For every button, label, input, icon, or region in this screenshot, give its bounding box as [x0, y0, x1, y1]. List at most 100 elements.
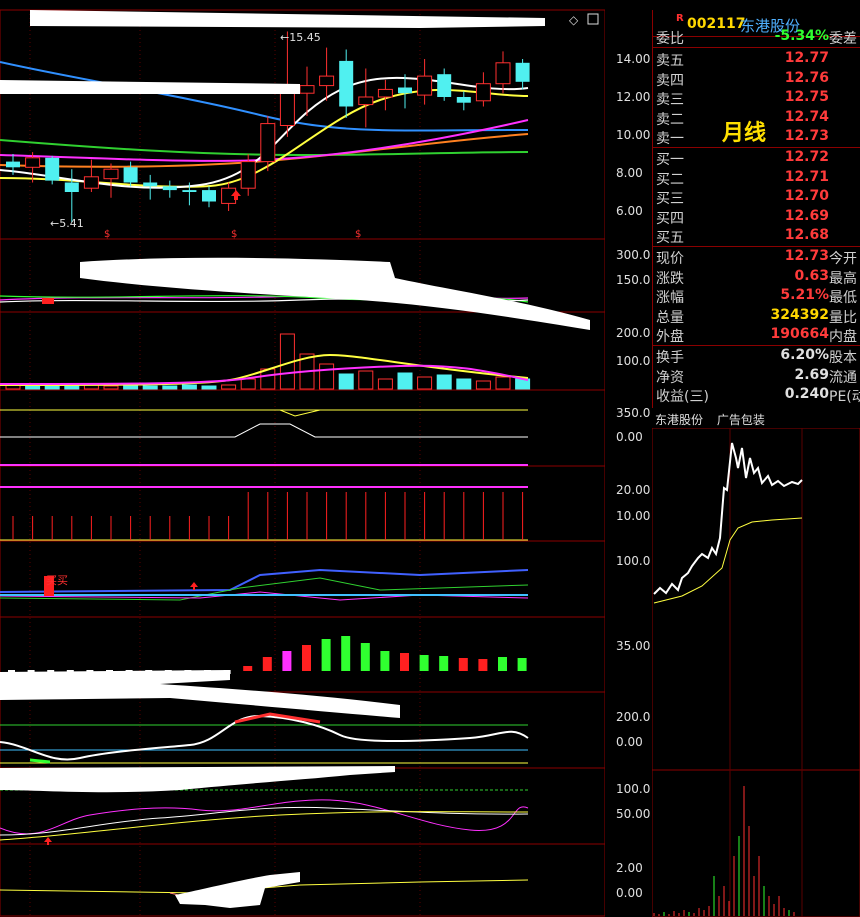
- quote-row: 卖三 12.75: [653, 89, 860, 108]
- quote-row: 净资 2.69 流通: [653, 367, 860, 386]
- volume-bar: [397, 372, 413, 390]
- axis-tick-label: 10.00: [616, 128, 651, 142]
- quote-value: 5.21%: [780, 287, 829, 304]
- volume-bar: [181, 384, 197, 390]
- axis-tick-label: 100.0: [616, 354, 651, 368]
- redaction-mark: [0, 80, 300, 94]
- quote-value: 12.73: [784, 128, 829, 144]
- volume-bar: [495, 376, 511, 390]
- quote-label: 卖三: [656, 92, 684, 109]
- candle: [162, 180, 177, 198]
- quote-label: 买二: [656, 171, 684, 188]
- axis-tick-label: 8.00: [616, 166, 643, 180]
- quote-row: 总量 324392 量比: [653, 307, 860, 326]
- candle: [456, 91, 471, 111]
- quote-extra-label: 流通: [829, 369, 857, 386]
- quote-value: 12.70: [784, 188, 829, 205]
- quote-value: 0.63: [794, 267, 829, 284]
- quote-label: 涨跌: [656, 270, 684, 287]
- volume-bar: [221, 384, 237, 390]
- volume-bar: [25, 385, 41, 390]
- redaction-mark: [0, 670, 400, 718]
- indicator-bar: [282, 651, 292, 671]
- quote-row: 委比 -5.34% 委差: [653, 28, 860, 47]
- axis-tick-label: 350.0: [616, 406, 651, 420]
- candle: [123, 161, 138, 187]
- candle: [221, 182, 237, 211]
- quote-value: 12.75: [784, 89, 829, 106]
- quote-value: 6.20%: [780, 347, 829, 364]
- tab-sector[interactable]: 广告包装: [717, 413, 765, 427]
- quote-row: 收益(三) 0.240 PE(动: [653, 386, 860, 405]
- diamond-icon[interactable]: ◇: [569, 13, 579, 27]
- intraday-chart[interactable]: [652, 428, 860, 917]
- quote-extra-label: PE(动: [829, 389, 860, 406]
- period-label: 月线: [722, 121, 767, 146]
- redaction-mark: [175, 872, 300, 908]
- indicator-bar: [458, 658, 468, 671]
- quote-row: 外盘 190664 内盘: [653, 326, 860, 345]
- intraday-price-line: [653, 442, 803, 595]
- volume-bar: [64, 385, 80, 390]
- quote-label: 卖四: [656, 72, 684, 89]
- quote-label: 涨幅: [656, 290, 684, 307]
- candle: [202, 186, 216, 208]
- quote-value: 12.76: [784, 69, 829, 86]
- kline-chart-area[interactable]: ◇ ←15.45 ←5.41 $ $ $ 买买: [0, 0, 605, 917]
- candle: [377, 79, 393, 111]
- indicator-panel-3: [0, 333, 531, 390]
- candle: [45, 155, 60, 185]
- window-icon[interactable]: [587, 13, 599, 25]
- quote-label: 买四: [656, 210, 684, 227]
- quote-panel: 委比 -5.34% 委差 卖五 12.77 卖四 12.76 卖三 12.75 卖二 12.74 卖一…: [652, 10, 860, 408]
- quote-label: 总量: [656, 309, 684, 326]
- volume-bar: [475, 380, 491, 390]
- indicator-bar: [400, 653, 409, 671]
- quote-row: 买三 12.70: [653, 188, 860, 207]
- quote-value: 12.71: [784, 168, 829, 185]
- indicator-bar: [262, 657, 272, 671]
- quote-extra-label: 最高: [829, 270, 857, 287]
- axis-tick-label: 200.0: [616, 326, 651, 340]
- indicator-bar: [243, 666, 253, 671]
- quote-value: 12.72: [784, 149, 829, 166]
- signal-marker: $: [104, 229, 110, 240]
- mini-tabs[interactable]: 东港股份 广告包装: [655, 411, 775, 428]
- redaction-mark: [0, 766, 395, 793]
- indicator-bar: [517, 658, 527, 671]
- axis-tick-label: 35.00: [616, 639, 651, 653]
- volume-bar: [436, 374, 452, 390]
- quote-label: 卖一: [656, 131, 684, 147]
- quote-label: 外盘: [656, 329, 684, 345]
- indicator-panel-9: [0, 789, 529, 845]
- candle: [358, 68, 374, 128]
- redaction-mark: [80, 257, 590, 330]
- quote-value: 0.240: [784, 386, 829, 403]
- indicator-bar: [321, 639, 331, 671]
- redaction-mark: [30, 10, 545, 28]
- buy-signal-label: 买买: [46, 574, 68, 587]
- candle: [495, 51, 511, 94]
- volume-bar: [240, 378, 256, 390]
- quote-extra-label: 量比: [829, 309, 857, 326]
- indicator-panel-4: [0, 409, 528, 466]
- quote-label: 委比: [656, 31, 684, 47]
- quote-label: 买五: [656, 230, 684, 246]
- axis-tick-label: 0.00: [616, 886, 643, 900]
- candle: [475, 72, 491, 107]
- candle: [103, 163, 119, 198]
- volume-bar: [319, 363, 335, 390]
- axis-tick-label: 0.00: [616, 735, 643, 749]
- candle: [339, 49, 354, 118]
- candle: [319, 47, 335, 101]
- up-arrow-icon: [190, 582, 198, 590]
- quote-row: 涨幅 5.21% 最低: [653, 287, 860, 306]
- indicator-bar: [360, 643, 370, 671]
- quote-value: 2.69: [794, 366, 829, 383]
- tab-stock[interactable]: 东港股份: [655, 413, 703, 427]
- indicator-bar: [498, 657, 507, 671]
- quote-row: 买五 12.68: [653, 227, 860, 246]
- volume-bar: [162, 385, 178, 390]
- quote-row: 涨跌 0.63 最高: [653, 268, 860, 287]
- axis-tick-label: 300.0: [616, 248, 651, 262]
